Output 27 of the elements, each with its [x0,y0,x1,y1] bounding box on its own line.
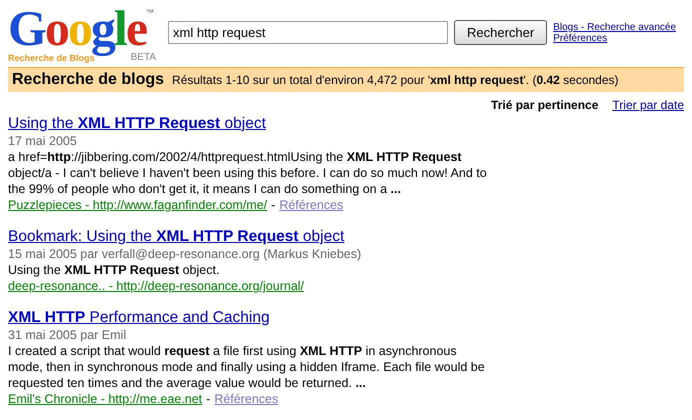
sort-option[interactable]: Trié par pertinence [491,98,598,112]
result-meta: 15 mai 2005 par verfall@deep-resonance.org (Markus Kniebes) [8,246,362,262]
results-bar-title: Recherche de blogs [12,71,164,89]
result-meta: 17 mai 2005 [8,133,78,149]
sort-option[interactable]: Trier par date [612,98,684,112]
trademark: ™ [146,8,154,17]
result-snippet: a href=http://jibbering.com/2002/4/httprequest.htmlUsing the XML HTTP Request object/a - I can't believe I haven't been using this before. I can do so much now! And to the 99% of people who don't get it, it means I can do something on a ... [8,149,488,197]
result-source-link[interactable]: Puzzlepieces - http://www.faganfinder.com/me/ [8,197,268,213]
results-summary: Résultats 1-10 sur un total d'environ 4,472 pour 'xml http request'. (0.42 secondes) [172,73,619,87]
separator: - [206,391,210,407]
result-title[interactable]: Using the XML HTTP Request object [8,115,266,132]
search-field[interactable]: xml http request [168,21,448,44]
header-link[interactable]: Blogs - Recherche avancée [553,22,676,33]
logo-subtitle: Recherche de Blogs [8,53,95,63]
separator: - [271,197,276,213]
result-source-link[interactable]: Emil's Chronicle - http://me.eae.net [8,391,202,407]
result-snippet: I created a script that would request a file first using XML HTTP in asynchronous mode, then in synchronous mode and finally using a hidden Iframe. Each file would be requested ten times and the average value would be returned. ... [8,343,486,391]
references-link[interactable]: Références [279,197,344,213]
references-link[interactable]: Références [214,391,278,407]
search-button[interactable]: Rechercher [454,20,548,45]
result-snippet: Using the XML HTTP Request object. [8,262,220,278]
beta-label: BETA [130,52,156,63]
result-title[interactable]: Bookmark: Using the XML HTTP Request object [8,228,344,245]
header-link[interactable]: Préférences [553,33,676,44]
result-title[interactable]: XML HTTP Performance and Caching [8,309,270,326]
result-meta: 31 mai 2005 par Emil [8,327,128,343]
result-source-link[interactable]: deep-resonance.. - http://deep-resonance.org/journal/ [8,278,304,294]
